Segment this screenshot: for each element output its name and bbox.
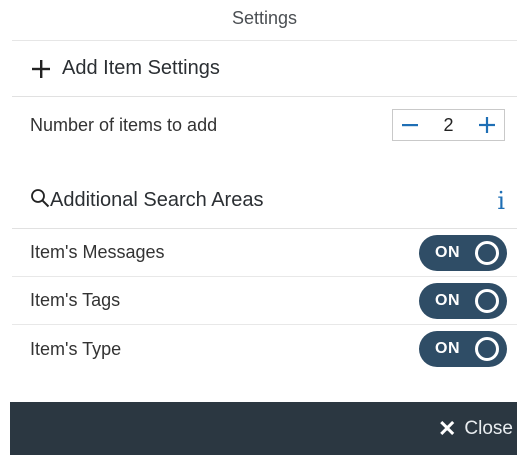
tags-toggle[interactable]: ON: [419, 282, 507, 319]
close-icon: ✕: [437, 415, 457, 441]
add-item-settings-header: Add Item Settings: [12, 41, 517, 97]
panel-footer: ✕ Close: [10, 402, 517, 455]
items-count-row: Number of items to add 2: [12, 97, 517, 153]
add-item-settings-label: Add Item Settings: [62, 57, 220, 79]
toggle-knob-icon: [475, 337, 499, 361]
toggle-row-type: Item's Type ON: [12, 325, 517, 373]
toggle-label-messages: Item's Messages: [30, 242, 165, 262]
panel-title: Settings: [12, 0, 517, 41]
items-count-label: Number of items to add: [30, 114, 218, 135]
quantity-value[interactable]: 2: [439, 115, 459, 136]
additional-search-areas-header: Additional Search Areas i: [12, 173, 517, 229]
toggle-knob-icon: [475, 240, 499, 265]
info-icon[interactable]: i: [497, 187, 505, 215]
toggle-row-tags: Item's Tags ON: [12, 277, 517, 325]
toggle-row-messages: Item's Messages ON: [12, 229, 517, 277]
minus-icon: [402, 124, 418, 127]
quantity-stepper: 2: [392, 109, 505, 141]
decrement-button[interactable]: [399, 114, 421, 136]
toggle-label-tags: Item's Tags: [30, 290, 121, 310]
search-icon: [30, 188, 50, 214]
plus-icon: [479, 117, 495, 133]
close-label: Close: [464, 417, 513, 439]
increment-button[interactable]: [476, 114, 498, 136]
toggle-state-text: ON: [435, 291, 460, 309]
toggle-state-text: ON: [435, 340, 460, 357]
type-toggle[interactable]: ON: [419, 331, 507, 367]
messages-toggle[interactable]: ON: [419, 234, 507, 271]
toggle-state-text: ON: [435, 243, 460, 261]
toggle-knob-icon: [475, 288, 499, 313]
additional-search-areas-label: Additional Search Areas: [50, 189, 264, 211]
settings-panel: Settings Add Item Settings Number of ite…: [0, 0, 517, 455]
close-button[interactable]: ✕ Close: [438, 416, 513, 442]
toggle-label-type: Item's Type: [30, 338, 122, 359]
plus-icon: [30, 58, 52, 80]
